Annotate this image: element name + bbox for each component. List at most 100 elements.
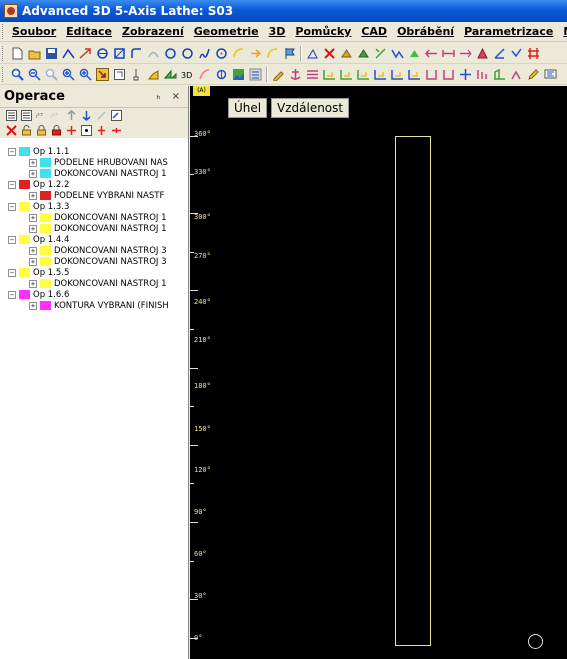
- simulate-icon[interactable]: [164, 68, 177, 81]
- menu-zobrazeni[interactable]: Zobrazení: [117, 25, 189, 38]
- collapse-icon[interactable]: −: [8, 180, 16, 189]
- add-point-icon[interactable]: [66, 125, 77, 136]
- roughing-icon[interactable]: [323, 68, 336, 81]
- expand-icon[interactable]: +: [29, 257, 37, 266]
- extend-icon[interactable]: [408, 47, 421, 60]
- sort-disabled-icon[interactable]: ₗ²³: [51, 110, 62, 121]
- lock-red-icon[interactable]: [51, 125, 62, 136]
- rectangle-tool-icon[interactable]: [113, 47, 126, 60]
- angle-icon[interactable]: [493, 47, 506, 60]
- menu-cad[interactable]: CAD: [356, 25, 392, 38]
- tree-node-op-1-4-4[interactable]: − Op 1.4.4: [0, 234, 188, 245]
- tree-node-op-1-3-3[interactable]: − Op 1.3.3: [0, 201, 188, 212]
- panel-controls[interactable]: ₕ ×: [156, 91, 184, 102]
- arc-tool-icon[interactable]: [147, 47, 160, 60]
- delete-icon[interactable]: [323, 47, 336, 60]
- menubar-grip[interactable]: [2, 24, 3, 39]
- move-down-icon[interactable]: [357, 47, 370, 60]
- flag-icon[interactable]: [283, 47, 296, 60]
- bore-icon[interactable]: [459, 68, 472, 81]
- move-up-icon[interactable]: [66, 110, 77, 121]
- unlock-icon[interactable]: [21, 125, 32, 136]
- tree-node-op-1-1-1[interactable]: − Op 1.1.1: [0, 146, 188, 157]
- split-icon[interactable]: [96, 125, 107, 136]
- chamfer-icon[interactable]: [459, 47, 472, 60]
- list-view-icon[interactable]: [6, 110, 17, 121]
- menu-napoveda[interactable]: Nápo: [558, 25, 567, 38]
- drilling-icon[interactable]: [391, 68, 404, 81]
- menu-editace[interactable]: Editace: [61, 25, 117, 38]
- arc-tangent-icon[interactable]: [266, 47, 279, 60]
- display-icon[interactable]: [544, 68, 557, 81]
- toolbar-grip[interactable]: [2, 66, 5, 82]
- tree-leaf[interactable]: + DOKONCOVANI NASTROJ 3: [0, 245, 188, 256]
- edit-contour-icon[interactable]: [272, 68, 285, 81]
- axis-a-button[interactable]: (A): [193, 86, 210, 96]
- open-folder-icon[interactable]: [28, 47, 41, 60]
- select-active-icon[interactable]: [96, 67, 109, 81]
- view-3d-icon[interactable]: 3D: [181, 68, 194, 81]
- ellipse-tool-icon[interactable]: [164, 47, 177, 60]
- menu-obrabeni[interactable]: Obrábění: [392, 25, 459, 38]
- tree-leaf[interactable]: + DOKONCOVANI NASTROJ 1: [0, 168, 188, 179]
- edit-disabled-icon[interactable]: [96, 110, 107, 121]
- mill-icon[interactable]: [476, 68, 489, 81]
- parting-icon[interactable]: [408, 68, 421, 81]
- distance-button[interactable]: Vzdálenost: [271, 98, 350, 118]
- face-icon[interactable]: [425, 68, 438, 81]
- toolbar-grip[interactable]: [2, 45, 5, 61]
- close-icon[interactable]: ×: [172, 91, 184, 102]
- expand-icon[interactable]: +: [29, 169, 37, 178]
- offset-icon[interactable]: [425, 47, 438, 60]
- frame-icon[interactable]: [113, 68, 126, 81]
- zoom-all-icon[interactable]: [62, 68, 75, 81]
- tree-leaf[interactable]: + DOKONCOVANI NASTROJ 3: [0, 256, 188, 267]
- spline-tool-icon[interactable]: [198, 47, 211, 60]
- expand-icon[interactable]: +: [29, 279, 37, 288]
- tree-leaf[interactable]: + DOKONCOVANI NASTROJ 1: [0, 278, 188, 289]
- fillet-tool-icon[interactable]: [130, 47, 143, 60]
- tree-leaf[interactable]: + DOKONCOVANI NASTROJ 1: [0, 223, 188, 234]
- collapse-icon[interactable]: −: [8, 235, 16, 244]
- collapse-icon[interactable]: −: [8, 290, 16, 299]
- collapse-icon[interactable]: −: [8, 202, 16, 211]
- arrow-right-icon[interactable]: [249, 47, 262, 60]
- move-up-icon[interactable]: [340, 47, 353, 60]
- expand-icon[interactable]: +: [29, 213, 37, 222]
- save-icon[interactable]: [45, 47, 58, 60]
- trim-icon[interactable]: [374, 47, 387, 60]
- zoom-icon[interactable]: [11, 68, 24, 81]
- menu-parametrizace[interactable]: Parametrizace: [459, 25, 558, 38]
- curve-icon[interactable]: [198, 68, 211, 81]
- properties-icon[interactable]: [111, 110, 122, 121]
- menu-geometrie[interactable]: Geometrie: [189, 25, 264, 38]
- measure-icon[interactable]: [215, 68, 228, 81]
- threading-icon[interactable]: [374, 68, 387, 81]
- menu-pomucky[interactable]: Pomůcky: [290, 25, 356, 38]
- tree-leaf[interactable]: + DOKONCOVANI NASTROJ 1: [0, 212, 188, 223]
- contour-icon[interactable]: [442, 68, 455, 81]
- circle-tool-icon[interactable]: [96, 47, 109, 60]
- image-icon[interactable]: [232, 68, 245, 81]
- pencil-icon[interactable]: [527, 68, 540, 81]
- arc-3pt-icon[interactable]: [232, 47, 245, 60]
- line-tool-icon[interactable]: [62, 47, 75, 60]
- tree-node-op-1-6-6[interactable]: − Op 1.6.6: [0, 289, 188, 300]
- menu-soubor[interactable]: Soubor: [7, 25, 61, 38]
- move-down-icon[interactable]: [81, 110, 92, 121]
- join-icon[interactable]: [111, 125, 122, 136]
- expand-icon[interactable]: +: [29, 224, 37, 233]
- turn-icon[interactable]: [493, 68, 506, 81]
- tree-node-op-1-5-5[interactable]: − Op 1.5.5: [0, 267, 188, 278]
- dimension-icon[interactable]: [442, 47, 455, 60]
- grid-tool-icon[interactable]: [527, 47, 540, 60]
- mirror-icon[interactable]: [306, 47, 319, 60]
- anchor-icon[interactable]: [289, 68, 302, 81]
- toolpath-icon[interactable]: [306, 68, 319, 81]
- tree-node-op-1-2-2[interactable]: − Op 1.2.2: [0, 179, 188, 190]
- zoom-window-icon[interactable]: [45, 68, 58, 81]
- point-icon[interactable]: [81, 125, 92, 136]
- zoom-extents-icon[interactable]: [79, 68, 92, 81]
- collapse-icon[interactable]: −: [8, 268, 16, 277]
- angle-button[interactable]: Úhel: [228, 98, 268, 118]
